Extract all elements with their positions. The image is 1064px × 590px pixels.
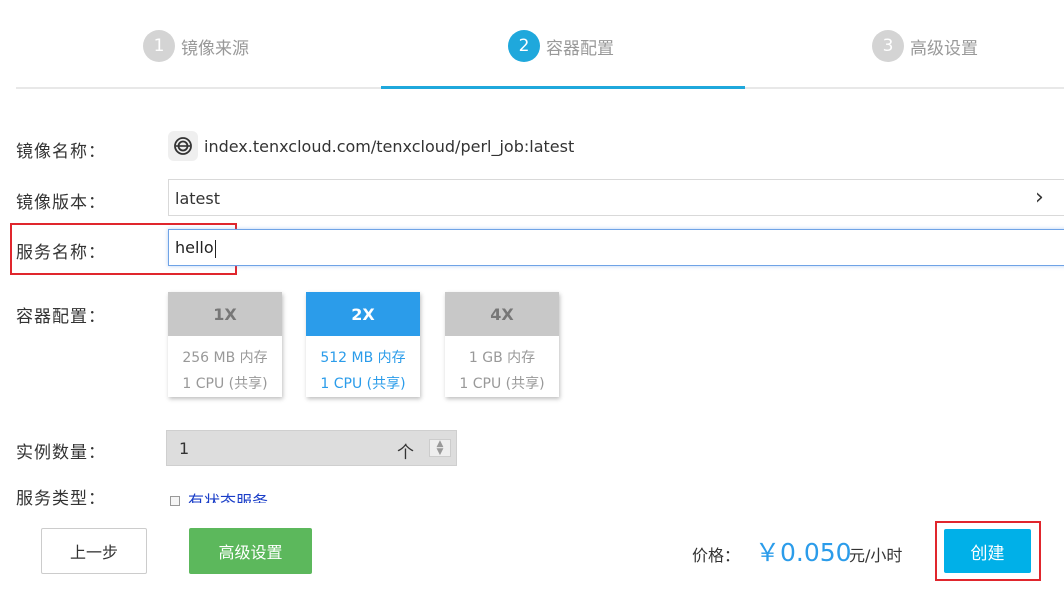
image-version-select[interactable]: latest › xyxy=(168,179,1064,216)
service-name-input[interactable]: hello xyxy=(168,229,1064,266)
instance-count-label: 实例数量： xyxy=(16,443,106,463)
image-name-label: 镜像名称： xyxy=(16,142,106,162)
spec-name: 1X xyxy=(168,292,282,336)
instance-count-unit: 个 xyxy=(397,443,414,463)
chevron-down-icon[interactable]: ▼ xyxy=(437,448,444,457)
spec-memory: 512 MB 内存 xyxy=(320,350,406,366)
step-label: 镜像来源 xyxy=(181,38,249,59)
price-label: 价格： xyxy=(692,546,741,565)
stateful-service-label[interactable]: 有状态服务 xyxy=(188,491,268,503)
step-number: 2 xyxy=(508,30,540,62)
prev-step-button[interactable]: 上一步 xyxy=(41,528,147,574)
instance-count-input[interactable]: 1 个 ▲ ▼ xyxy=(166,430,457,466)
spec-memory: 1 GB 内存 xyxy=(468,350,536,366)
container-config-label: 容器配置： xyxy=(16,307,106,327)
spec-name: 4X xyxy=(445,292,559,336)
spec-option-1x[interactable]: 1X 256 MB 内存 1 CPU (共享) xyxy=(168,292,282,397)
spec-name: 2X xyxy=(306,292,420,336)
service-name-value: hello xyxy=(175,238,214,257)
image-name-value: index.tenxcloud.com/tenxcloud/perl_job:l… xyxy=(204,137,575,156)
step-container-config[interactable]: 2 容器配置 xyxy=(508,30,614,62)
image-logo-icon xyxy=(168,131,198,161)
quantity-stepper[interactable]: ▲ ▼ xyxy=(429,439,451,457)
spec-cpu: 1 CPU (共享) xyxy=(459,376,545,392)
spec-option-4x[interactable]: 4X 1 GB 内存 1 CPU (共享) xyxy=(445,292,559,397)
create-button[interactable]: 创建 xyxy=(944,529,1031,573)
instance-count-value: 1 xyxy=(179,439,190,458)
service-type-label: 服务类型： xyxy=(16,489,106,509)
advanced-settings-button[interactable]: 高级设置 xyxy=(189,528,312,574)
service-name-label: 服务名称： xyxy=(16,243,106,263)
step-advanced-settings[interactable]: 3 高级设置 xyxy=(872,30,978,62)
chevron-right-icon: › xyxy=(1035,185,1044,210)
spec-option-2x[interactable]: 2X 512 MB 内存 1 CPU (共享) xyxy=(306,292,420,397)
price-value: ￥0.050 xyxy=(755,538,852,567)
step-image-source[interactable]: 1 镜像来源 xyxy=(143,30,249,62)
step-number: 3 xyxy=(872,30,904,62)
step-label: 高级设置 xyxy=(910,38,978,59)
stateful-service-checkbox[interactable] xyxy=(170,496,180,506)
step-label: 容器配置 xyxy=(546,38,614,59)
spec-cpu: 1 CPU (共享) xyxy=(182,376,268,392)
price-unit: 元/小时 xyxy=(849,546,903,565)
text-caret xyxy=(214,239,216,258)
active-step-indicator xyxy=(381,86,745,89)
image-version-value: latest xyxy=(175,189,220,208)
step-number: 1 xyxy=(143,30,175,62)
spec-memory: 256 MB 内存 xyxy=(182,350,268,366)
spec-cpu: 1 CPU (共享) xyxy=(320,376,406,392)
image-version-label: 镜像版本： xyxy=(16,193,106,213)
